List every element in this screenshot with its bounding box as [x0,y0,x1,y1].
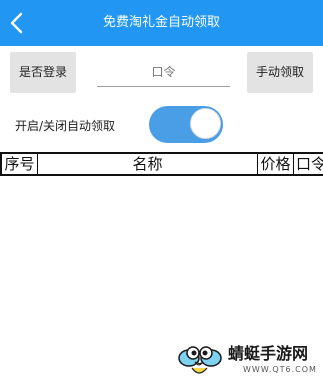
column-header-name: 名称 [38,154,258,174]
auto-claim-label: 开启/关闭自动领取 [15,119,116,133]
switch-knob [190,108,221,139]
dragonfly-logo-icon [178,346,222,374]
watermark-url: WWW.QT6.COM [243,365,317,374]
app-screen: 免费淘礼金自动领取 是否登录 手动领取 开启/关闭自动领取 序号 名称 价格 口… [0,0,323,380]
watermark: 蜻蜓手游网 WWW.QT6.COM [177,338,323,380]
code-input[interactable] [97,58,230,87]
login-status-button[interactable]: 是否登录 [10,52,76,93]
chevron-left-icon [10,12,23,34]
watermark-brand: 蜻蜓手游网 [228,344,309,363]
table-header: 序号 名称 价格 口令 [0,152,323,176]
back-button[interactable] [4,6,34,40]
column-header-code: 口令 [296,155,323,173]
manual-claim-button[interactable]: 手动领取 [247,52,313,93]
column-header-price: 价格 [258,154,294,174]
title-bar: 免费淘礼金自动领取 [0,0,323,46]
auto-claim-switch[interactable] [149,106,223,143]
page-title: 免费淘礼金自动领取 [102,15,220,30]
column-header-index: 序号 [0,154,38,174]
